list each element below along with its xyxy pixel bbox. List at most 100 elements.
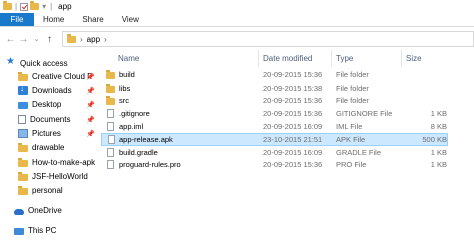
nav-item-onedrive[interactable]: OneDrive: [0, 204, 100, 217]
nav-item-drawable[interactable]: drawable: [0, 141, 100, 154]
tab-view[interactable]: View: [113, 13, 148, 26]
nav-item-personal[interactable]: personal: [0, 184, 100, 197]
back-arrow-icon[interactable]: ←: [4, 32, 17, 46]
file-icon: [107, 148, 114, 157]
navigation-pane: Quick access Creative Cloud F 📌 Download…: [0, 50, 100, 244]
new-folder-icon[interactable]: [30, 1, 40, 10]
file-icon: [107, 109, 114, 118]
tab-file[interactable]: File: [0, 13, 34, 26]
nav-item-how-to-make-apk[interactable]: How-to-make-apk: [0, 156, 100, 169]
pictures-icon: [18, 129, 28, 138]
nav-item-documents[interactable]: Documents 📌: [0, 113, 100, 126]
folder-icon: [106, 84, 115, 93]
file-row-proguard-rules[interactable]: proguard-rules.pro 20-09-2015 15:36 PRO …: [101, 159, 448, 170]
folder-icon: [18, 172, 28, 181]
nav-item-label: Pictures: [32, 129, 61, 138]
file-size: 500 KB: [422, 135, 447, 144]
up-arrow-icon[interactable]: ↑: [43, 32, 56, 46]
forward-arrow-icon[interactable]: →: [17, 32, 30, 46]
file-size: 1 KB: [430, 160, 447, 169]
pin-icon: 📌: [86, 101, 95, 109]
nav-item-label: How-to-make-apk: [32, 158, 96, 167]
folder-icon: [67, 33, 76, 43]
file-date: 20-09-2015 16:09: [263, 148, 323, 157]
folder-icon: [106, 70, 115, 79]
nav-item-label: Quick access: [20, 59, 68, 68]
file-type: APK File: [336, 135, 366, 144]
folder-icon: [18, 158, 28, 167]
pc-icon: [14, 227, 24, 235]
file-name: app-release.apk: [119, 135, 173, 144]
column-header-date[interactable]: Date modified: [259, 50, 332, 67]
file-date: 20-09-2015 15:38: [263, 84, 323, 93]
separator: |: [50, 2, 53, 11]
nav-item-pictures[interactable]: Pictures 📌: [0, 127, 100, 140]
pin-icon: 📌: [86, 130, 95, 138]
folder-icon: [18, 143, 28, 152]
nav-item-this-pc[interactable]: This PC: [0, 224, 100, 237]
file-row-build-gradle[interactable]: build.gradle 20-09-2015 16:09 GRADLE Fil…: [101, 147, 448, 158]
file-date: 20-09-2015 15:36: [263, 96, 323, 105]
folder-icon: [106, 96, 115, 105]
nav-item-downloads[interactable]: Downloads 📌: [0, 84, 100, 97]
breadcrumb-app[interactable]: app: [87, 35, 100, 44]
tab-home[interactable]: Home: [34, 13, 73, 26]
file-size: [403, 83, 447, 94]
column-header-type[interactable]: Type: [332, 50, 402, 67]
nav-item-label: This PC: [28, 226, 57, 235]
file-date: 20-09-2015 15:36: [263, 70, 323, 79]
file-row-app-iml[interactable]: app.iml 20-09-2015 16:09 IML File 8 KB: [101, 121, 448, 132]
folder-icon: [3, 1, 12, 10]
pin-icon: 📌: [86, 73, 95, 81]
file-type: IML File: [336, 122, 363, 131]
column-header-size[interactable]: Size: [402, 50, 448, 67]
nav-item-label: Creative Cloud F: [32, 72, 93, 81]
file-name: .gitignore: [119, 109, 150, 118]
file-name: app.iml: [119, 122, 144, 131]
file-type: GRADLE File: [336, 148, 382, 157]
column-header-name[interactable]: Name: [100, 50, 259, 67]
documents-icon: [18, 115, 26, 124]
title-bar: | ▾ | app: [0, 0, 474, 13]
file-row-gitignore[interactable]: .gitignore 20-09-2015 15:36 GITIGNORE Fi…: [101, 108, 448, 119]
file-name: src: [119, 96, 129, 105]
file-row-src[interactable]: src 20-09-2015 15:36 File folder: [101, 95, 448, 106]
file-type: File folder: [336, 84, 369, 93]
folder-icon: [18, 186, 28, 195]
properties-icon[interactable]: [20, 2, 29, 11]
nav-item-label: Downloads: [32, 86, 72, 95]
apk-file-icon: [108, 135, 115, 144]
nav-item-label: OneDrive: [28, 206, 62, 215]
file-date: 20-09-2015 16:09: [263, 122, 323, 131]
chevron-right-icon[interactable]: ›: [104, 35, 107, 44]
onedrive-icon: [14, 208, 24, 215]
address-bar[interactable]: › app ›: [62, 31, 474, 47]
nav-item-desktop[interactable]: Desktop 📌: [0, 98, 100, 111]
file-type: PRO File: [336, 160, 367, 169]
navigation-bar: ← → ⌄ ↑ › app ›: [0, 28, 474, 50]
download-icon: [18, 84, 28, 95]
file-name: proguard-rules.pro: [119, 160, 181, 169]
nav-item-label: personal: [32, 186, 63, 195]
desktop-icon: [18, 101, 28, 109]
file-row-build[interactable]: build 20-09-2015 15:36 File folder: [101, 69, 448, 80]
file-type: File folder: [336, 96, 369, 105]
customize-toolbar-icon[interactable]: ▾: [42, 2, 46, 11]
file-size: [403, 69, 447, 80]
recent-locations-icon[interactable]: ⌄: [30, 32, 43, 46]
file-row-app-release-apk[interactable]: app-release.apk 23-10-2015 21:51 APK Fil…: [101, 133, 448, 146]
file-name: build: [119, 70, 135, 79]
nav-item-creative-cloud[interactable]: Creative Cloud F 📌: [0, 70, 100, 83]
file-row-libs[interactable]: libs 20-09-2015 15:38 File folder: [101, 83, 448, 94]
file-type: GITIGNORE File: [336, 109, 393, 118]
file-name: build.gradle: [119, 148, 158, 157]
tab-share[interactable]: Share: [73, 13, 112, 26]
file-icon: [107, 160, 114, 169]
nav-item-label: Documents: [30, 115, 71, 124]
chevron-right-icon[interactable]: ›: [80, 35, 83, 44]
nav-item-quick-access[interactable]: Quick access: [0, 56, 100, 70]
pin-icon: 📌: [86, 87, 95, 95]
file-size: 1 KB: [430, 109, 447, 118]
nav-item-jsf-helloworld[interactable]: JSF-HelloWorld: [0, 170, 100, 183]
file-date: 23-10-2015 21:51: [263, 135, 323, 144]
